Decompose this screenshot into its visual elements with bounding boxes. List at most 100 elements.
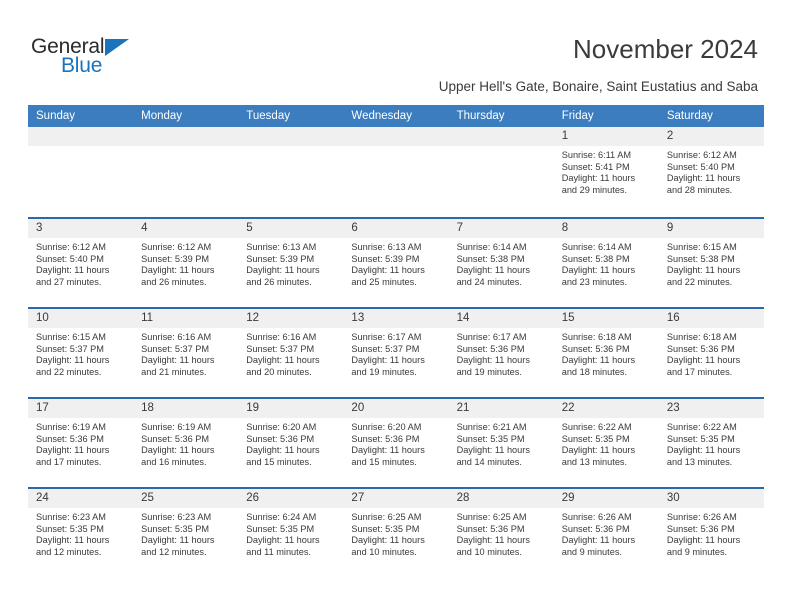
calendar-day-cell[interactable]: 16 Sunrise: 6:18 AM Sunset: 5:36 PM Dayligh… [658, 309, 764, 397]
calendar-day-cell[interactable]: 29 Sunrise: 6:26 AM Sunset: 5:36 PM Dayligh… [553, 489, 659, 577]
day-details: Sunrise: 6:22 AM Sunset: 5:35 PM Daylight:… [659, 418, 764, 468]
sunset-text: Sunset: 5:35 PM [36, 523, 104, 534]
day-details: Sunrise: 6:23 AM Sunset: 5:35 PM Daylight:… [28, 508, 133, 558]
day-number: 22 [553, 399, 659, 418]
day-number [28, 127, 134, 146]
day-details: Sunrise: 6:26 AM Sunset: 5:36 PM Daylight:… [659, 508, 764, 558]
weekday-header-thursday: Thursday [456, 110, 505, 122]
day-details: Sunrise: 6:21 AM Sunset: 5:35 PM Daylight:… [449, 418, 554, 468]
daylight-text-line1: Daylight: 11 hours [561, 355, 636, 366]
daylight-text-line2: and 11 minutes. [246, 546, 311, 557]
weekday-header-sunday: Sunday [36, 110, 76, 122]
calendar-day-cell[interactable]: 10 Sunrise: 6:15 AM Sunset: 5:37 PM Dayligh… [28, 309, 134, 397]
daylight-text-line1: Daylight: 11 hours [36, 265, 110, 276]
sunset-text: Sunset: 5:36 PM [666, 343, 735, 354]
sunset-text: Sunset: 5:37 PM [141, 343, 210, 354]
sunset-text: Sunset: 5:40 PM [666, 161, 735, 172]
sunset-text: Sunset: 5:35 PM [351, 523, 420, 534]
daylight-text-line2: and 17 minutes. [36, 456, 102, 467]
calendar-table: Sunday Monday Tuesday Wednesday Thursday… [28, 105, 764, 577]
day-number: 19 [238, 399, 344, 418]
sunrise-text: Sunrise: 6:25 AM [351, 512, 422, 522]
sunrise-text: Sunrise: 6:26 AM [666, 512, 737, 522]
daylight-text-line2: and 22 minutes. [36, 366, 102, 377]
sunrise-text: Sunrise: 6:19 AM [36, 422, 106, 432]
sunset-text: Sunset: 5:35 PM [246, 523, 315, 534]
calendar-day-cell[interactable]: 21 Sunrise: 6:21 AM Sunset: 5:35 PM Dayligh… [448, 399, 554, 487]
calendar-day-cell[interactable]: 26 Sunrise: 6:24 AM Sunset: 5:35 PM Dayligh… [238, 489, 344, 577]
page-title: November 2024 [573, 34, 758, 64]
daylight-text-line2: and 26 minutes. [141, 276, 207, 287]
day-details: Sunrise: 6:23 AM Sunset: 5:35 PM Daylight:… [133, 508, 238, 558]
sunset-text: Sunset: 5:41 PM [561, 161, 630, 172]
day-details: Sunrise: 6:19 AM Sunset: 5:36 PM Daylight:… [133, 418, 238, 468]
calendar-day-cell[interactable]: 1 Sunrise: 6:11 AM Sunset: 5:41 PM Daylight… [553, 127, 659, 217]
daylight-text-line1: Daylight: 11 hours [246, 535, 320, 546]
daylight-text-line2: and 19 minutes. [456, 366, 522, 377]
sunrise-text: Sunrise: 6:12 AM [666, 150, 737, 160]
triangle-icon [105, 39, 129, 56]
day-number: 21 [448, 399, 554, 418]
daylight-text-line1: Daylight: 11 hours [666, 265, 741, 276]
sunset-text: Sunset: 5:38 PM [561, 253, 630, 264]
sunset-text: Sunset: 5:36 PM [456, 523, 525, 534]
calendar-day-cell[interactable]: 19 Sunrise: 6:20 AM Sunset: 5:36 PM Dayligh… [238, 399, 344, 487]
day-details: Sunrise: 6:12 AM Sunset: 5:40 PM Daylight:… [28, 238, 133, 288]
calendar-day-cell[interactable]: 15 Sunrise: 6:18 AM Sunset: 5:36 PM Dayligh… [553, 309, 659, 397]
calendar-week-row: 17 Sunrise: 6:19 AM Sunset: 5:36 PM Dayligh… [28, 397, 764, 487]
day-details: Sunrise: 6:18 AM Sunset: 5:36 PM Daylight:… [554, 328, 659, 378]
logo[interactable]: General Blue [31, 36, 201, 84]
calendar-day-cell[interactable]: 6 Sunrise: 6:13 AM Sunset: 5:39 PM Daylight… [343, 219, 449, 307]
daylight-text-line1: Daylight: 11 hours [666, 173, 741, 184]
sunset-text: Sunset: 5:36 PM [141, 433, 210, 444]
calendar-day-cell[interactable]: 30 Sunrise: 6:26 AM Sunset: 5:36 PM Dayligh… [658, 489, 764, 577]
sunrise-text: Sunrise: 6:22 AM [561, 422, 632, 432]
calendar-day-cell[interactable]: 5 Sunrise: 6:13 AM Sunset: 5:39 PM Daylight… [238, 219, 344, 307]
sunrise-text: Sunrise: 6:15 AM [36, 332, 106, 342]
day-number: 15 [553, 309, 659, 328]
weekday-header-monday: Monday [141, 110, 183, 122]
calendar-day-cell[interactable]: 7 Sunrise: 6:14 AM Sunset: 5:38 PM Daylight… [448, 219, 554, 307]
calendar-day-cell[interactable]: 28 Sunrise: 6:25 AM Sunset: 5:36 PM Dayligh… [448, 489, 554, 577]
calendar-day-cell[interactable]: 18 Sunrise: 6:19 AM Sunset: 5:36 PM Dayligh… [133, 399, 239, 487]
daylight-text-line1: Daylight: 11 hours [36, 445, 110, 456]
day-details: Sunrise: 6:24 AM Sunset: 5:35 PM Daylight:… [238, 508, 343, 558]
sunrise-text: Sunrise: 6:13 AM [246, 242, 317, 252]
calendar-day-cell[interactable]: 11 Sunrise: 6:16 AM Sunset: 5:37 PM Dayligh… [133, 309, 239, 397]
sunset-text: Sunset: 5:36 PM [36, 433, 104, 444]
calendar-day-cell[interactable]: 9 Sunrise: 6:15 AM Sunset: 5:38 PM Daylight… [658, 219, 764, 307]
calendar-day-cell[interactable]: 27 Sunrise: 6:25 AM Sunset: 5:35 PM Dayligh… [343, 489, 449, 577]
daylight-text-line2: and 18 minutes. [561, 366, 628, 377]
calendar-day-cell[interactable]: 8 Sunrise: 6:14 AM Sunset: 5:38 PM Daylight… [553, 219, 659, 307]
day-details: Sunrise: 6:16 AM Sunset: 5:37 PM Daylight:… [238, 328, 343, 378]
calendar-day-cell[interactable]: 20 Sunrise: 6:20 AM Sunset: 5:36 PM Dayligh… [343, 399, 449, 487]
calendar-day-cell[interactable]: 22 Sunrise: 6:22 AM Sunset: 5:35 PM Dayligh… [553, 399, 659, 487]
calendar-day-cell[interactable]: 23 Sunrise: 6:22 AM Sunset: 5:35 PM Dayligh… [658, 399, 764, 487]
calendar-day-cell[interactable]: 24 Sunrise: 6:23 AM Sunset: 5:35 PM Dayligh… [28, 489, 134, 577]
daylight-text-line1: Daylight: 11 hours [561, 445, 636, 456]
calendar-day-cell[interactable]: 4 Sunrise: 6:12 AM Sunset: 5:39 PM Daylight… [133, 219, 239, 307]
daylight-text-line1: Daylight: 11 hours [351, 535, 425, 546]
calendar-day-cell[interactable]: 3 Sunrise: 6:12 AM Sunset: 5:40 PM Daylight… [28, 219, 134, 307]
day-number: 5 [238, 219, 344, 238]
sunset-text: Sunset: 5:35 PM [141, 523, 210, 534]
calendar-day-cell[interactable]: 13 Sunrise: 6:17 AM Sunset: 5:37 PM Dayligh… [343, 309, 449, 397]
daylight-text-line2: and 13 minutes. [561, 456, 628, 467]
daylight-text-line1: Daylight: 11 hours [666, 535, 741, 546]
sunset-text: Sunset: 5:35 PM [456, 433, 525, 444]
calendar-day-cell[interactable]: 14 Sunrise: 6:17 AM Sunset: 5:36 PM Dayligh… [448, 309, 554, 397]
page-header: General Blue November 2024 Upper Hell's … [0, 0, 792, 100]
daylight-text-line1: Daylight: 11 hours [666, 355, 741, 366]
calendar-day-cell[interactable]: 12 Sunrise: 6:16 AM Sunset: 5:37 PM Dayligh… [238, 309, 344, 397]
daylight-text-line2: and 17 minutes. [666, 366, 733, 377]
sunset-text: Sunset: 5:37 PM [36, 343, 104, 354]
calendar-day-cell[interactable]: 25 Sunrise: 6:23 AM Sunset: 5:35 PM Dayligh… [133, 489, 239, 577]
day-details: Sunrise: 6:19 AM Sunset: 5:36 PM Daylight:… [28, 418, 133, 468]
daylight-text-line1: Daylight: 11 hours [351, 445, 425, 456]
day-number [238, 127, 344, 146]
daylight-text-line1: Daylight: 11 hours [141, 355, 215, 366]
calendar-day-cell[interactable]: 17 Sunrise: 6:19 AM Sunset: 5:36 PM Dayligh… [28, 399, 134, 487]
day-details: Sunrise: 6:15 AM Sunset: 5:38 PM Daylight:… [659, 238, 764, 288]
daylight-text-line1: Daylight: 11 hours [456, 535, 530, 546]
calendar-day-cell[interactable]: 2 Sunrise: 6:12 AM Sunset: 5:40 PM Daylight… [658, 127, 764, 217]
